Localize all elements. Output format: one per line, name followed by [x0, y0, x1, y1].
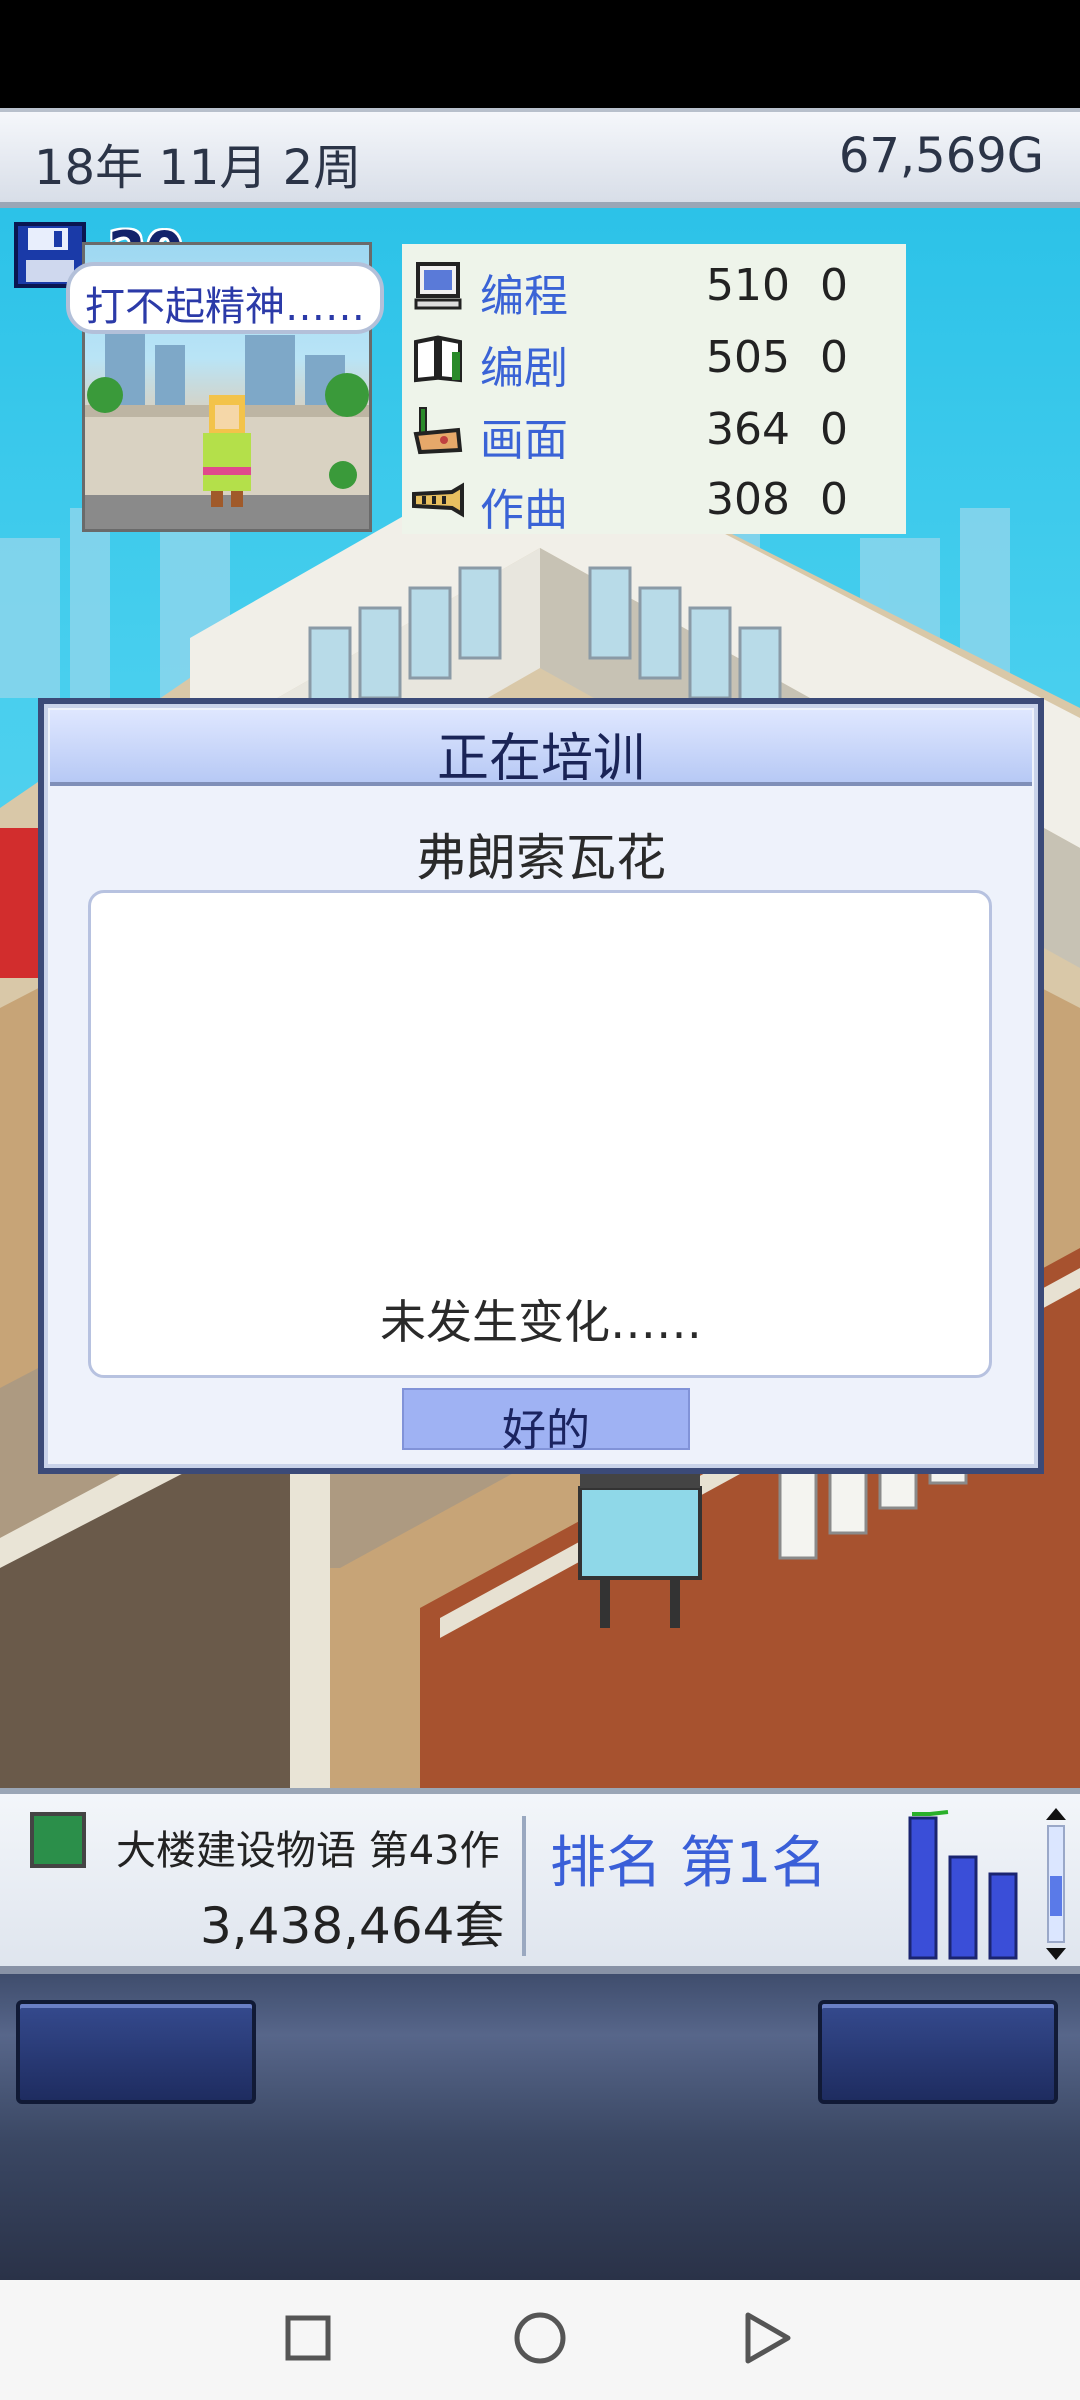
stat-delta: 0: [820, 404, 848, 455]
control-panel: [0, 1974, 1080, 2280]
game-title: 大楼建设物语 第43作: [116, 1828, 500, 1874]
ok-button-label: 好的: [502, 1405, 590, 1456]
ok-button[interactable]: 好的: [402, 1388, 690, 1456]
scroll-down-icon: [1046, 1948, 1066, 1960]
stat-delta: 0: [820, 332, 848, 383]
game-date: 18年 11月 2周: [34, 140, 362, 196]
sales-mini-chart: [908, 1810, 1018, 1960]
stat-row: 编剧 505 0: [402, 322, 906, 394]
result-text: 未发生变化……: [380, 1295, 702, 1349]
home-icon: [514, 2312, 566, 2364]
stat-label: 作曲: [480, 485, 568, 536]
android-nav-bar: [0, 2280, 1080, 2400]
stat-row: 画面 364 0: [402, 394, 906, 466]
money-display: 67,569G: [838, 128, 1044, 184]
stat-delta: 0: [820, 474, 848, 525]
stat-value: 364: [706, 404, 790, 455]
mini-chart-bar: [948, 1855, 978, 1960]
speech-text: 打不起精神……: [85, 284, 365, 330]
mini-chart-bar: [988, 1872, 1018, 1960]
dialog-title: 正在培训: [436, 729, 645, 789]
stats-table: 编程 510 0 编剧 505 0 画面 364 0 作曲 308 0: [402, 244, 906, 536]
top-info-bar: 18年 11月 2周 67,569G: [0, 108, 1080, 208]
stat-label: 画面: [480, 415, 568, 466]
computer-icon: [414, 262, 462, 310]
scroll-up-icon: [1046, 1808, 1066, 1820]
speech-bubble: 打不起精神……: [66, 262, 384, 334]
game-cover-icon: [30, 1812, 86, 1868]
paint-brush-icon: [413, 407, 463, 455]
rank-display: 排名 第1名: [550, 1831, 828, 1896]
stat-value: 505: [706, 332, 790, 383]
mini-chart-trend-line: [912, 1810, 949, 1816]
book-icon: [414, 335, 462, 383]
stat-value: 510: [706, 260, 790, 311]
sales-count: 3,438,464套: [200, 1897, 505, 1955]
stat-delta: 0: [820, 260, 848, 311]
stat-label: 编剧: [480, 343, 568, 394]
mini-chart-bar: [908, 1816, 938, 1960]
music-icon: [412, 482, 464, 518]
bottom-info-bar[interactable]: 大楼建设物语 第43作 3,438,464套 排名 第1名: [0, 1788, 1080, 1974]
recent-apps-icon: [285, 2315, 331, 2361]
employee-name: 弗朗索瓦花: [416, 829, 666, 887]
stat-row: 作曲 308 0: [402, 464, 906, 536]
stat-row: 编程 510 0: [402, 250, 906, 322]
divider: [522, 1816, 526, 1956]
right-menu-button[interactable]: [818, 2000, 1058, 2104]
left-menu-button[interactable]: [16, 2000, 256, 2104]
dialog-titlebar: 正在培训: [50, 710, 1032, 789]
training-dialog: 正在培训 弗朗索瓦花 未发生变化…… 好的: [38, 698, 1044, 1474]
stat-value: 308: [706, 474, 790, 525]
stat-label: 编程: [480, 271, 568, 322]
status-bar: [0, 0, 1080, 108]
scrollbar[interactable]: [1044, 1806, 1068, 1962]
